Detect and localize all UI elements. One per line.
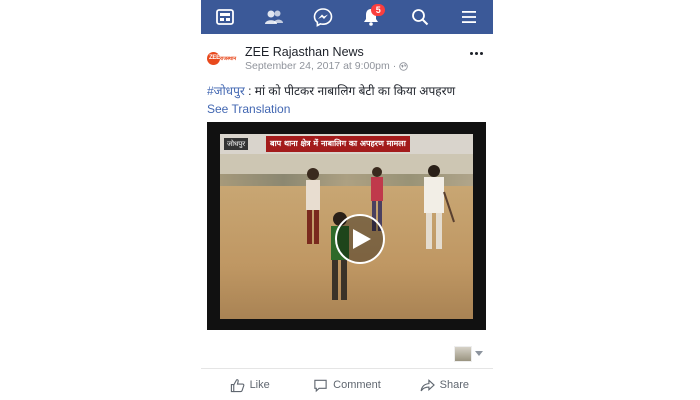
page-avatar[interactable]: ZEE राजस्थान bbox=[207, 46, 237, 72]
video-headline: बाप थाना क्षेत्र में नाबालिग का अपहरण मा… bbox=[266, 136, 410, 152]
menu-icon bbox=[461, 11, 476, 23]
news-feed-button[interactable] bbox=[210, 2, 240, 32]
post-message-text: : मां को पीटकर नाबालिग बेटी का किया अपहर… bbox=[244, 84, 456, 98]
comment-button[interactable]: Comment bbox=[298, 370, 395, 400]
post-header: ZEE राजस्थान ZEE Rajasthan News Septembe… bbox=[207, 44, 487, 74]
post-message: #जोधपुर : मां को पीटकर नाबालिग बेटी का क… bbox=[207, 82, 455, 99]
notifications-button[interactable]: 5 bbox=[356, 2, 386, 32]
post-timestamp[interactable]: September 24, 2017 at 9:00pm bbox=[245, 60, 390, 72]
person-figure bbox=[424, 165, 455, 249]
like-label: Like bbox=[249, 379, 270, 391]
divider bbox=[201, 368, 493, 369]
comment-icon bbox=[314, 379, 327, 392]
video-news-banner: जोधपुर बाप थाना क्षेत्र में नाबालिग का अ… bbox=[220, 134, 473, 154]
menu-button[interactable] bbox=[454, 2, 484, 32]
search-button[interactable] bbox=[405, 2, 435, 32]
post-meta: September 24, 2017 at 9:00pm · bbox=[245, 60, 408, 72]
notification-count-badge: 5 bbox=[371, 4, 386, 16]
play-button[interactable] bbox=[335, 214, 385, 264]
zee-rajasthan-logo: ZEE राजस्थान bbox=[207, 52, 237, 66]
facebook-mobile-view: 5 ZEE राजस्थान ZEE Rajasthan News Septem… bbox=[201, 0, 493, 400]
share-button[interactable]: Share bbox=[396, 370, 493, 400]
reactor-avatar[interactable] bbox=[454, 346, 472, 362]
search-icon bbox=[412, 9, 429, 26]
more-dots-icon bbox=[469, 51, 473, 55]
video-player[interactable]: जोधपुर बाप थाना क्षेत्र में नाबालिग का अ… bbox=[207, 122, 486, 330]
hashtag-link[interactable]: #जोधपुर bbox=[207, 84, 245, 98]
play-icon bbox=[353, 229, 371, 249]
globe-icon bbox=[399, 61, 408, 71]
top-navigation-bar: 5 bbox=[201, 0, 493, 34]
thumbs-up-icon bbox=[230, 378, 244, 392]
messenger-button[interactable] bbox=[308, 2, 338, 32]
comment-label: Comment bbox=[333, 379, 381, 391]
video-thumbnail: जोधपुर बाप थाना क्षेत्र में नाबालिग का अ… bbox=[220, 134, 473, 319]
page-name[interactable]: ZEE Rajasthan News bbox=[245, 45, 364, 59]
like-button[interactable]: Like bbox=[201, 370, 298, 400]
share-label: Share bbox=[439, 379, 469, 391]
post-options-button[interactable] bbox=[467, 46, 485, 60]
messenger-icon bbox=[313, 8, 332, 27]
share-icon bbox=[420, 378, 435, 391]
news-feed-icon bbox=[216, 9, 235, 25]
friends-button[interactable] bbox=[259, 2, 289, 32]
friends-icon bbox=[264, 10, 283, 24]
see-translation-link[interactable]: See Translation bbox=[207, 102, 290, 116]
post-actions: Like Comment Share bbox=[201, 370, 493, 400]
caret-down-icon[interactable] bbox=[475, 351, 483, 356]
video-location-tag: जोधपुर bbox=[224, 138, 249, 150]
